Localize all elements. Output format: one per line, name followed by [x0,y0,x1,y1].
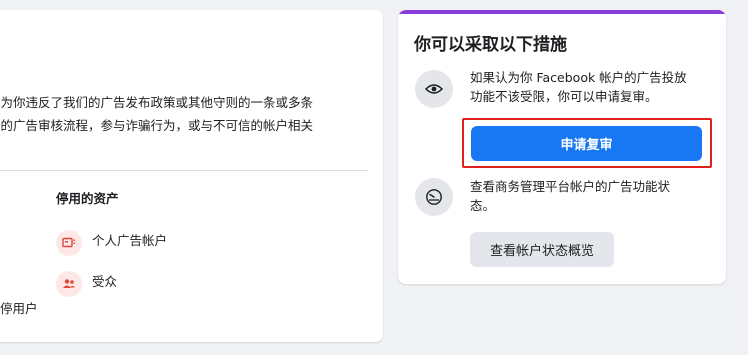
status-description: 查看商务管理平台帐户的广告功能状 态。 [470,177,670,215]
eye-icon [415,70,453,108]
description-line-2: 们的广告审核流程，参与诈骗行为，或与不可信的帐户相关 [0,118,314,133]
highlight-outline [462,118,712,168]
asset-label: 受众 [92,273,118,289]
appeal-line-1: 如果认为你 Facebook 帐户的广告投放 [470,70,687,85]
disabled-user-text: 停用户 [0,301,38,316]
view-account-status-button[interactable]: 查看帐户状态概览 [470,232,614,267]
asset-label: 个人广告帐户 [92,232,168,248]
divider [0,170,368,171]
gauge-icon [415,178,453,216]
asset-item-ad-account: 个人广告帐户 [56,230,167,256]
description-line-1: 因为你违反了我们的广告发布政策或其他守则的一条或多条 [0,95,314,110]
appeal-description: 如果认为你 Facebook 帐户的广告投放 功能不该受限，你可以申请复审。 [470,68,687,106]
appeal-line-2: 功能不该受限，你可以申请复审。 [470,89,658,104]
ad-account-icon [56,230,82,256]
status-line-1: 查看商务管理平台帐户的广告功能状 [470,179,671,194]
asset-item-audience: 受众 [56,271,117,297]
restriction-details-card: 因为你违反了我们的广告发布政策或其他守则的一条或多条 们的广告审核流程，参与诈骗… [0,10,383,342]
disabled-assets-title: 停用的资产 [56,191,119,206]
audience-icon [56,271,82,297]
status-line-2: 态。 [470,198,496,213]
accent-bar [398,10,726,14]
actions-title: 你可以采取以下措施 [414,35,567,55]
